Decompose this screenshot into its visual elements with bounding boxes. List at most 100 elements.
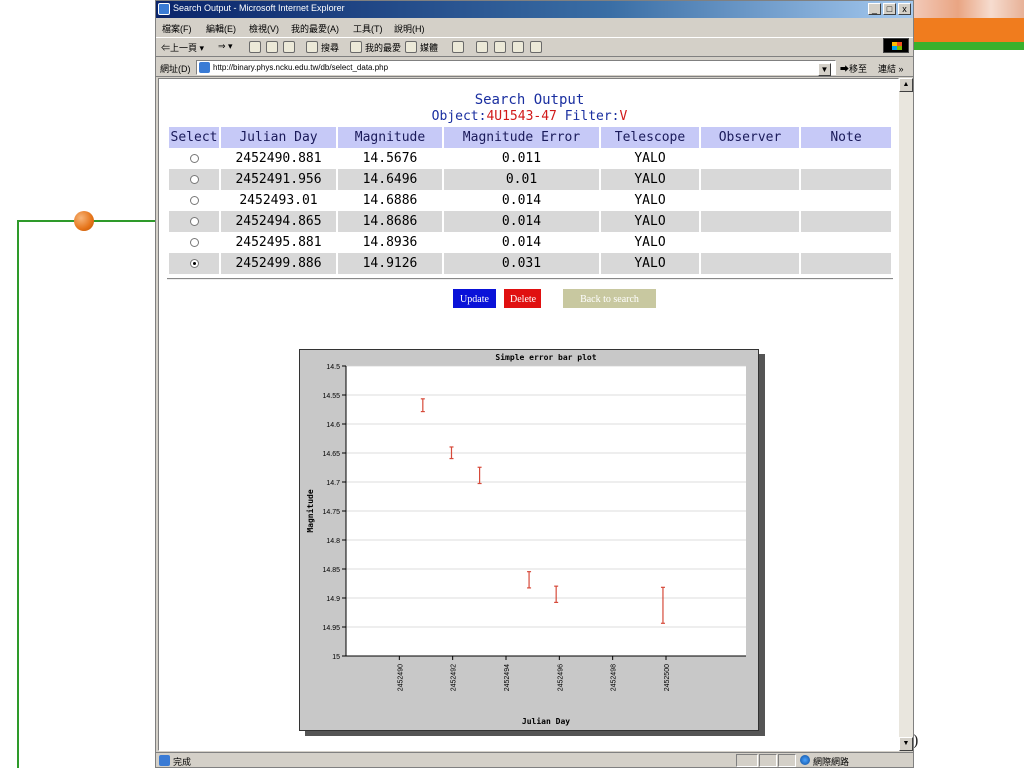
edit-icon[interactable] — [512, 41, 524, 53]
table-row: 2452495.881 14.8936 0.014 YALO — [169, 232, 891, 253]
y-tick-label: 15 — [332, 654, 340, 661]
magnitude-cell: 14.8936 — [362, 235, 418, 250]
back-to-search-button[interactable]: Back to search — [563, 289, 656, 308]
header-magnitude-error: Magnitude Error — [444, 127, 599, 148]
update-button[interactable]: Update — [453, 289, 496, 308]
y-tick-label: 14.8 — [326, 538, 340, 545]
stop-icon[interactable] — [249, 41, 261, 53]
table-row: 2452494.865 14.8686 0.014 YALO — [169, 211, 891, 232]
y-axis-label: Magnitude — [305, 489, 315, 533]
telescope-cell: YALO — [601, 211, 699, 232]
discuss-icon[interactable] — [530, 41, 542, 53]
refresh-icon[interactable] — [266, 41, 278, 53]
y-tick-label: 14.95 — [322, 625, 340, 632]
note-cell — [801, 190, 891, 211]
page-subtitle: Object:4U1543-47 Filter:V — [159, 109, 898, 124]
menu-file[interactable]: 檔案(F) — [162, 22, 192, 35]
magnitude-cell: 14.6886 — [362, 193, 418, 208]
search-icon[interactable] — [306, 41, 318, 53]
forward-button[interactable]: ⇒ ▾ — [218, 41, 233, 52]
select-radio[interactable] — [189, 154, 199, 163]
address-input[interactable]: http://binary.phys.ncku.edu.tw/db/select… — [196, 60, 836, 75]
header-julian-day: Julian Day — [221, 127, 336, 148]
julian-day-cell: 2452490.881 — [235, 151, 322, 166]
x-tick-label: 2452492 — [451, 664, 458, 691]
security-zone: 網際網路 — [813, 757, 850, 767]
menu-edit[interactable]: 編輯(E) — [206, 22, 236, 35]
favorites-icon[interactable] — [350, 41, 362, 53]
select-radio[interactable] — [189, 175, 199, 184]
table-row: 2452490.881 14.5676 0.011 YALO — [169, 148, 891, 169]
magnitude-cell: 14.9126 — [338, 253, 442, 274]
browser-window: Search Output - Microsoft Internet Explo… — [155, 0, 914, 768]
page-done-icon — [159, 755, 170, 766]
julian-day-cell: 2452493.01 — [239, 193, 318, 208]
julian-day-cell: 2452495.881 — [235, 235, 322, 250]
media-icon[interactable] — [405, 41, 417, 53]
filter-label: Filter: — [564, 109, 620, 124]
menu-favorites[interactable]: 我的最愛(A) — [291, 22, 339, 35]
note-cell — [801, 169, 891, 190]
menu-help[interactable]: 說明(H) — [394, 22, 425, 35]
status-text: 完成 — [173, 757, 192, 767]
status-cell — [778, 754, 796, 767]
header-select: Select — [169, 127, 219, 148]
status-cell — [759, 754, 777, 767]
y-tick-label: 14.55 — [322, 393, 340, 400]
address-url[interactable]: http://binary.phys.ncku.edu.tw/db/select… — [213, 63, 388, 72]
scroll-down-arrow-icon[interactable]: ▼ — [899, 737, 913, 751]
go-button[interactable]: ➡移至 — [840, 62, 867, 75]
select-radio[interactable] — [189, 196, 199, 205]
scroll-up-arrow-icon[interactable]: ▲ — [899, 78, 913, 92]
magnitude-cell: 14.5676 — [362, 151, 418, 166]
x-tick-label: 2452490 — [397, 664, 404, 691]
ie-page-icon — [158, 3, 170, 15]
x-axis-label: Julian Day — [522, 716, 570, 726]
delete-button[interactable]: Delete — [504, 289, 541, 308]
home-icon[interactable] — [283, 41, 295, 53]
x-tick-label: 2452498 — [611, 664, 618, 691]
select-cell — [169, 253, 219, 274]
maximize-button[interactable]: □ — [883, 3, 896, 15]
filter-value: V — [619, 109, 628, 124]
menu-view[interactable]: 檢視(V) — [249, 22, 279, 35]
note-cell — [801, 211, 891, 232]
select-radio-selected[interactable] — [189, 259, 199, 268]
print-icon[interactable] — [494, 41, 506, 53]
y-tick-label: 14.65 — [322, 451, 340, 458]
y-tick-label: 14.9 — [326, 596, 340, 603]
telescope-cell: YALO — [601, 253, 699, 274]
julian-day-cell: 2452499.886 — [221, 253, 336, 274]
history-icon[interactable] — [452, 41, 464, 53]
select-cell — [169, 232, 219, 253]
window-title: Search Output - Microsoft Internet Explo… — [173, 3, 345, 13]
page-content: Search Output Object:4U1543-47 Filter:V … — [158, 78, 899, 751]
table-header-row: Select Julian Day Magnitude Magnitude Er… — [169, 127, 891, 148]
decoration-band-pink — [914, 0, 1024, 18]
decoration-band-green — [914, 42, 1024, 50]
back-button[interactable]: ⇐上一頁 ▾ — [161, 41, 204, 54]
minimize-button[interactable]: _ — [868, 3, 881, 15]
address-dropdown-button[interactable]: ▼ — [818, 63, 831, 76]
select-radio[interactable] — [189, 238, 199, 247]
telescope-cell: YALO — [634, 193, 666, 208]
search-button[interactable]: 搜尋 — [321, 41, 339, 54]
select-cell — [169, 169, 219, 190]
address-bar: 網址(D) http://binary.phys.ncku.edu.tw/db/… — [156, 58, 913, 77]
title-bar: Search Output - Microsoft Internet Explo… — [156, 1, 913, 18]
favorites-button[interactable]: 我的最愛 — [365, 41, 401, 54]
close-button[interactable]: x — [898, 3, 911, 15]
vertical-scrollbar[interactable]: ▲ ▼ — [899, 78, 913, 751]
links-button[interactable]: 連結 » — [878, 62, 904, 75]
observer-cell — [701, 253, 799, 274]
table-row: 2452493.01 14.6886 0.014 YALO — [169, 190, 891, 211]
menu-tools[interactable]: 工具(T) — [353, 22, 383, 35]
status-bar: 完成 網際網路 — [156, 752, 913, 768]
mail-icon[interactable] — [476, 41, 488, 53]
media-button[interactable]: 媒體 — [420, 41, 438, 54]
x-tick-label: 2452494 — [504, 664, 511, 691]
x-tick-label: 2452500 — [664, 664, 671, 691]
magnitude-error-cell: 0.01 — [444, 169, 599, 190]
magnitude-error-cell: 0.011 — [501, 151, 542, 166]
select-radio[interactable] — [189, 217, 199, 226]
